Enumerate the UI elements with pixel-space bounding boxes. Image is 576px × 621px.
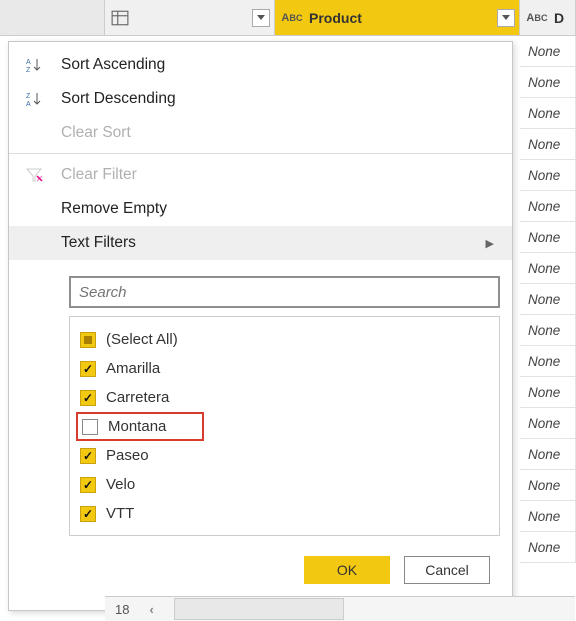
filter-value-row[interactable]: Amarilla: [80, 354, 489, 383]
text-type-icon: ABC: [281, 8, 303, 28]
column-header-label: Product: [309, 10, 362, 26]
filter-value-label: Montana: [108, 418, 166, 435]
blank-icon: [23, 233, 47, 253]
filter-value-label: Carretera: [106, 389, 169, 406]
menu-label: Clear Sort: [61, 124, 131, 142]
table-cell[interactable]: None: [520, 346, 576, 377]
menu-label: Clear Filter: [61, 166, 137, 184]
table-cell[interactable]: None: [520, 160, 576, 191]
sort-descending-item[interactable]: ZA Sort Descending: [9, 82, 512, 116]
filter-checklist: (Select All) Amarilla Carretera Montana …: [69, 316, 500, 536]
chevron-right-icon: ▶: [486, 237, 494, 250]
row-header-gutter: [0, 0, 105, 35]
clear-filter-item: Clear Filter: [9, 158, 512, 192]
search-input[interactable]: [69, 276, 500, 308]
filter-value-row[interactable]: Carretera: [80, 383, 489, 412]
filter-value-row[interactable]: Velo: [80, 470, 489, 499]
svg-text:Z: Z: [26, 67, 31, 73]
table-cell[interactable]: None: [520, 222, 576, 253]
filter-value-row[interactable]: Paseo: [80, 441, 489, 470]
table-cell[interactable]: None: [520, 36, 576, 67]
column-header-3[interactable]: ABC D: [520, 0, 576, 35]
svg-text:A: A: [26, 59, 31, 66]
data-column-d: None None None None None None None None …: [520, 36, 576, 563]
checkbox[interactable]: [80, 390, 96, 406]
table-cell[interactable]: None: [520, 67, 576, 98]
footer-row: 18 ‹: [105, 596, 575, 621]
filter-value-label: Velo: [106, 476, 135, 493]
table-cell[interactable]: None: [520, 315, 576, 346]
clear-sort-item: Clear Sort: [9, 116, 512, 154]
checkbox[interactable]: [80, 448, 96, 464]
blank-icon: [23, 123, 47, 143]
table-icon: [111, 9, 129, 27]
column-header-label: D: [554, 10, 564, 26]
column-header-product[interactable]: ABC Product: [275, 0, 520, 35]
checkbox[interactable]: [82, 419, 98, 435]
row-number: 18: [115, 602, 129, 617]
menu-label: Text Filters: [61, 234, 136, 252]
filter-value-label: Amarilla: [106, 360, 160, 377]
column-product-dropdown[interactable]: [497, 9, 515, 27]
select-all-row[interactable]: (Select All): [80, 325, 489, 354]
table-cell[interactable]: None: [520, 129, 576, 160]
filter-value-row[interactable]: VTT: [80, 499, 489, 528]
column-1-dropdown[interactable]: [252, 9, 270, 27]
text-filters-item[interactable]: Text Filters ▶: [9, 226, 512, 260]
checkbox[interactable]: [80, 361, 96, 377]
select-all-label: (Select All): [106, 331, 178, 348]
sort-asc-icon: AZ: [23, 55, 47, 75]
menu-label: Sort Descending: [61, 90, 176, 108]
footer-cell: [174, 598, 344, 620]
filter-value-label: VTT: [106, 505, 134, 522]
clear-filter-icon: [23, 165, 47, 185]
checkbox[interactable]: [80, 506, 96, 522]
text-type-icon: ABC: [526, 8, 548, 28]
table-cell[interactable]: None: [520, 501, 576, 532]
table-cell[interactable]: None: [520, 377, 576, 408]
table-cell[interactable]: None: [520, 532, 576, 563]
table-cell[interactable]: None: [520, 439, 576, 470]
table-cell[interactable]: None: [520, 408, 576, 439]
svg-text:A: A: [26, 101, 31, 107]
checkbox[interactable]: [80, 477, 96, 493]
cancel-button[interactable]: Cancel: [404, 556, 490, 584]
menu-label: Sort Ascending: [61, 56, 165, 74]
ok-button[interactable]: OK: [304, 556, 390, 584]
table-cell[interactable]: None: [520, 470, 576, 501]
table-cell[interactable]: None: [520, 98, 576, 129]
chevron-left-icon[interactable]: ‹: [149, 602, 153, 617]
checkbox-mixed[interactable]: [80, 332, 96, 348]
table-cell[interactable]: None: [520, 253, 576, 284]
sort-desc-icon: ZA: [23, 89, 47, 109]
remove-empty-item[interactable]: Remove Empty: [9, 192, 512, 226]
filter-value-row-highlighted[interactable]: Montana: [80, 412, 489, 441]
table-cell[interactable]: None: [520, 191, 576, 222]
filter-dropdown-panel: AZ Sort Ascending ZA Sort Descending Cle…: [8, 41, 513, 611]
table-cell[interactable]: None: [520, 284, 576, 315]
filter-value-label: Paseo: [106, 447, 149, 464]
column-header-1[interactable]: [105, 0, 275, 35]
svg-text:Z: Z: [26, 93, 31, 100]
menu-label: Remove Empty: [61, 200, 167, 218]
sort-ascending-item[interactable]: AZ Sort Ascending: [9, 48, 512, 82]
blank-icon: [23, 199, 47, 219]
